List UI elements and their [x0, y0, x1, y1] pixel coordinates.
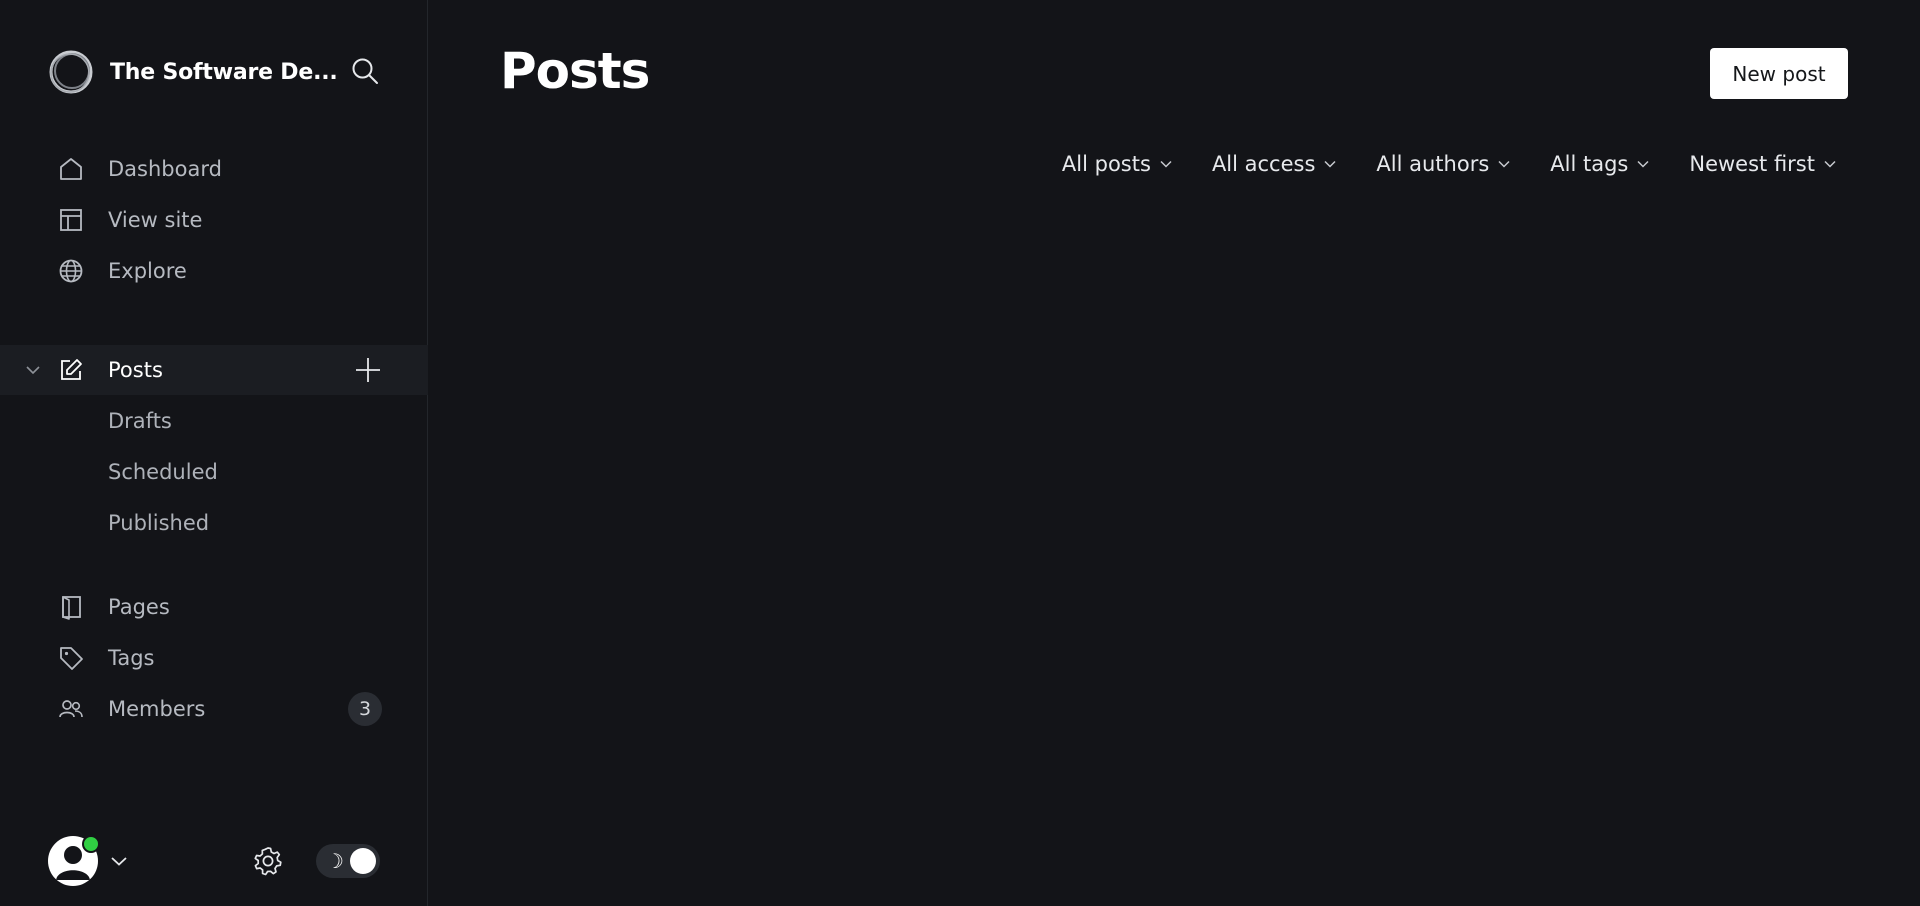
moon-icon: ☽	[326, 849, 344, 873]
chevron-down-icon	[1637, 158, 1649, 170]
pages-icon	[58, 594, 84, 620]
main-content: Posts New post All posts All access All …	[428, 0, 1920, 906]
globe-icon	[58, 258, 84, 284]
nav-item-posts[interactable]: Posts	[0, 345, 428, 395]
chevron-down-icon	[1160, 158, 1172, 170]
filter-type-dropdown[interactable]: All posts	[1062, 152, 1172, 176]
plus-icon	[356, 358, 380, 382]
toggle-knob	[350, 848, 376, 874]
user-menu-chevron-icon[interactable]	[110, 852, 128, 870]
members-count-badge: 3	[348, 692, 382, 726]
gear-icon	[254, 847, 282, 876]
nav-label: Members	[108, 697, 206, 721]
sidebar-footer: ☽	[0, 835, 428, 886]
filter-label: All posts	[1061, 152, 1151, 176]
filter-authors-dropdown[interactable]: All authors	[1376, 152, 1510, 176]
nav-item-pages[interactable]: Pages	[0, 582, 428, 632]
search-button[interactable]	[350, 56, 380, 86]
nav-subitem-drafts[interactable]: Drafts	[0, 396, 428, 446]
chevron-down-icon	[1498, 158, 1510, 170]
filter-label: Newest first	[1689, 152, 1815, 176]
nav-label: Dashboard	[108, 157, 222, 181]
filter-access-dropdown[interactable]: All access	[1212, 152, 1336, 176]
site-logo-icon	[49, 50, 93, 94]
site-title: The Software De...	[110, 59, 338, 85]
chevron-down-icon	[1824, 158, 1836, 170]
tag-icon	[58, 645, 84, 671]
nav-label: View site	[108, 208, 203, 232]
members-icon	[58, 696, 84, 722]
filter-tags-dropdown[interactable]: All tags	[1550, 152, 1649, 176]
site-brand[interactable]: The Software De...	[48, 48, 338, 96]
nav-subitem-scheduled[interactable]: Scheduled	[0, 447, 428, 497]
app-root: The Software De... Dashboard View site E…	[0, 0, 1920, 906]
nav-label: Pages	[108, 595, 170, 619]
nav-item-tags[interactable]: Tags	[0, 633, 428, 683]
theme-toggle[interactable]: ☽	[316, 844, 380, 878]
filter-label: All authors	[1376, 152, 1490, 176]
new-post-button[interactable]: New post	[1710, 48, 1848, 99]
chevron-down-icon	[1324, 158, 1336, 170]
edit-icon	[58, 357, 84, 383]
nav-label: Published	[108, 511, 210, 535]
filter-label: All access	[1211, 152, 1316, 176]
nav-item-explore[interactable]: Explore	[0, 246, 428, 296]
filter-bar: All posts All access All authors All tag…	[1022, 152, 1836, 176]
layout-icon	[58, 207, 84, 233]
nav-label: Explore	[108, 259, 187, 283]
nav-label: Posts	[108, 358, 163, 382]
nav-label: Scheduled	[108, 460, 218, 484]
settings-button[interactable]	[252, 845, 284, 877]
nav-label: Tags	[108, 646, 155, 670]
nav-item-members[interactable]: Members 3	[0, 684, 428, 734]
nav-subitem-published[interactable]: Published	[0, 498, 428, 548]
page-title: Posts	[500, 42, 650, 100]
home-icon	[58, 156, 84, 182]
add-post-button[interactable]	[354, 356, 382, 384]
nav-item-view-site[interactable]: View site	[0, 195, 428, 245]
sort-order-dropdown[interactable]: Newest first	[1689, 152, 1836, 176]
search-icon	[352, 58, 378, 84]
nav-item-dashboard[interactable]: Dashboard	[0, 144, 428, 194]
chevron-down-icon[interactable]	[24, 361, 42, 379]
online-status-dot	[82, 835, 100, 853]
sidebar: The Software De... Dashboard View site E…	[0, 0, 428, 906]
filter-label: All tags	[1550, 152, 1629, 176]
nav-label: Drafts	[108, 409, 172, 433]
